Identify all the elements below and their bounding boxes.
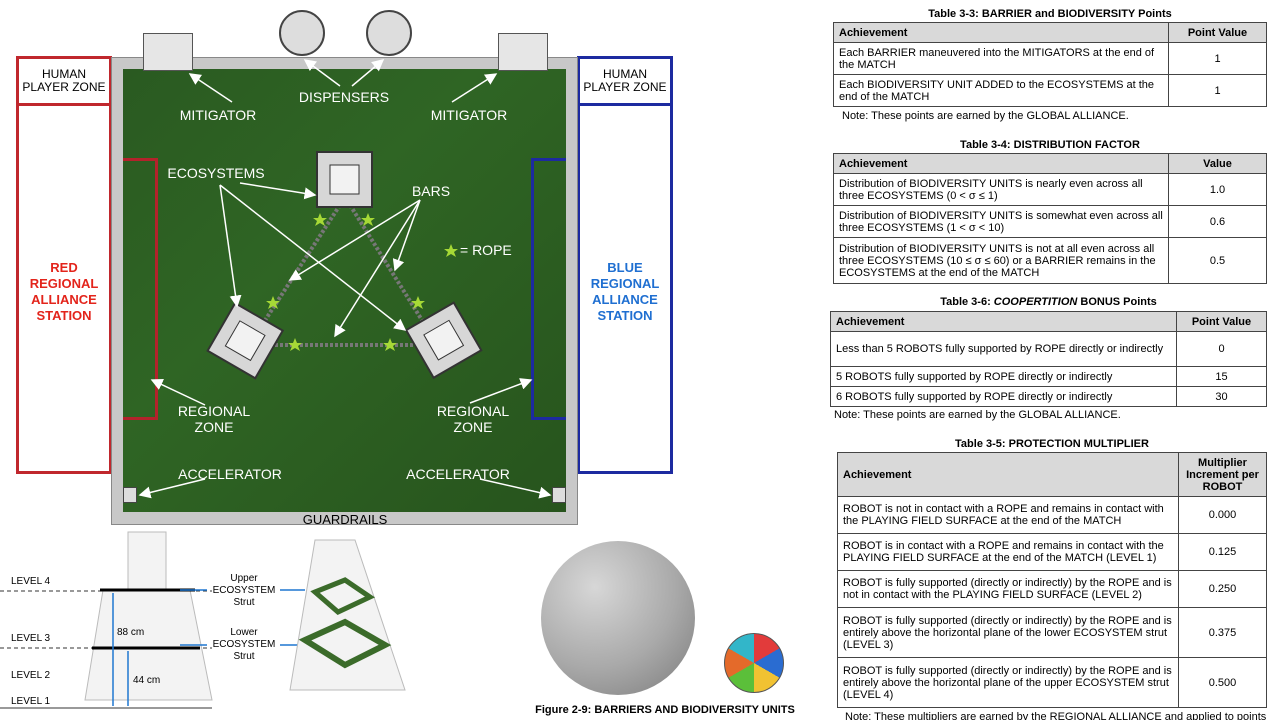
table-3-6-note: Note: These points are earned by the GLO… — [834, 409, 1121, 421]
table-row: ROBOT is fully supported (directly or in… — [837, 657, 1267, 708]
bar-left — [260, 203, 342, 327]
table-cell: ROBOT is not in contact with a ROPE and … — [837, 496, 1179, 534]
dim-44-label: 44 cm — [133, 675, 161, 686]
table-3-3-note: Note: These points are earned by the GLO… — [842, 110, 1129, 122]
regional-zone-left-label: REGIONAL ZONE — [177, 403, 251, 435]
table-cell: Distribution of BIODIVERSITY UNITS is ne… — [833, 173, 1169, 206]
table-cell: ROBOT is fully supported (directly or in… — [837, 657, 1179, 708]
table-row: Distribution of BIODIVERSITY UNITS is ne… — [833, 173, 1267, 206]
table-cell: 0.375 — [1178, 607, 1267, 658]
mitigator-right-label: MITIGATOR — [430, 107, 508, 123]
barrier-ball — [541, 541, 695, 695]
ecosystem-levels-figure: LEVEL 4 LEVEL 3 LEVEL 2 LEVEL 1 88 cm 44… — [0, 530, 500, 720]
dispensers-label: DISPENSERS — [298, 89, 390, 105]
table-row: Each BARRIER maneuvered into the MITIGAT… — [833, 42, 1267, 75]
table-3-6-title-suffix: BONUS Points — [1077, 296, 1157, 308]
table-cell: 5 ROBOTS fully supported by ROPE directl… — [830, 366, 1177, 387]
table-cell: 0.500 — [1178, 657, 1267, 708]
upper-strut-label: Upper ECOSYSTEM Strut — [212, 573, 276, 608]
figure-caption: Figure 2-9: BARRIERS AND BIODIVERSITY UN… — [535, 704, 795, 716]
table-row: ROBOT is fully supported (directly or in… — [837, 607, 1267, 658]
bar-right — [348, 203, 427, 327]
table-row: ROBOT is not in contact with a ROPE and … — [837, 496, 1267, 534]
table-3-4: Achievement Value Distribution of BIODIV… — [833, 153, 1267, 284]
table-cell: ROBOT is in contact with a ROPE and rema… — [837, 533, 1179, 571]
table-cell: 1 — [1168, 42, 1267, 75]
table-cell: Less than 5 ROBOTS fully supported by RO… — [830, 331, 1177, 367]
table-cell: 0.000 — [1178, 496, 1267, 534]
ecosystem-left — [206, 301, 285, 380]
regional-zone-right-label: REGIONAL ZONE — [436, 403, 510, 435]
level-2-label: LEVEL 2 — [11, 670, 51, 681]
rope-star — [383, 338, 397, 351]
accelerator-right-label: ACCELERATOR — [406, 466, 510, 482]
level-3-label: LEVEL 3 — [11, 633, 51, 644]
bars-label: BARS — [411, 183, 451, 199]
table-cell: Distribution of BIODIVERSITY UNITS is no… — [833, 237, 1169, 284]
table-3-5: Achievement Multiplier Increment per ROB… — [837, 452, 1267, 708]
table-cell: 0 — [1176, 331, 1267, 367]
rope-star — [313, 213, 327, 226]
level-1-label: LEVEL 1 — [11, 696, 51, 707]
table-header: Achievement — [833, 153, 1169, 174]
table-cell: Each BARRIER maneuvered into the MITIGAT… — [833, 42, 1169, 75]
table-3-6-title: Table 3-6: COOPERTITION BONUS Points — [830, 296, 1267, 308]
table-header: Achievement — [837, 452, 1179, 497]
table-cell: Distribution of BIODIVERSITY UNITS is so… — [833, 205, 1169, 238]
table-3-4-title: Table 3-4: DISTRIBUTION FACTOR — [960, 139, 1140, 151]
table-3-5-note: Note: These multipliers are earned by th… — [845, 711, 1267, 720]
table-3-6: Achievement Point Value Less than 5 ROBO… — [830, 311, 1267, 407]
table-row: Distribution of BIODIVERSITY UNITS is so… — [833, 205, 1267, 238]
table-header: Multiplier Increment per ROBOT — [1178, 452, 1267, 497]
table-cell: 1 — [1168, 74, 1267, 107]
table-row: 6 ROBOTS fully supported by ROPE directl… — [830, 386, 1267, 407]
table-cell: 30 — [1176, 386, 1267, 407]
biodiversity-unit — [724, 633, 784, 693]
rope-star — [361, 213, 375, 226]
level-4-label: LEVEL 4 — [11, 576, 51, 587]
table-cell: 0.5 — [1168, 237, 1267, 284]
rope-legend-label: = ROPE — [460, 242, 512, 258]
table-header: Achievement — [833, 22, 1169, 43]
ecosystem-top — [316, 151, 373, 208]
table-cell: 15 — [1176, 366, 1267, 387]
table-3-6-title-prefix: Table 3-6: — [940, 296, 994, 308]
table-row: ROBOT is fully supported (directly or in… — [837, 570, 1267, 608]
mitigator-left-label: MITIGATOR — [179, 107, 257, 123]
ecosystem-right — [404, 301, 483, 380]
table-cell: 0.125 — [1178, 533, 1267, 571]
accelerator-left-label: ACCELERATOR — [178, 466, 282, 482]
rope-legend-star — [444, 244, 458, 257]
table-3-3: Achievement Point Value Each BARRIER man… — [833, 22, 1267, 107]
table-header: Value — [1168, 153, 1267, 174]
rope-star — [411, 296, 425, 309]
field-overlay — [138, 59, 552, 499]
table-cell: 0.6 — [1168, 205, 1267, 238]
table-row: Each BIODIVERSITY UNIT ADDED to the ECOS… — [833, 74, 1267, 107]
table-cell: ROBOT is fully supported (directly or in… — [837, 570, 1179, 608]
table-3-5-title: Table 3-5: PROTECTION MULTIPLIER — [955, 438, 1149, 450]
table-header: Point Value — [1176, 311, 1267, 332]
table-cell: 0.250 — [1178, 570, 1267, 608]
lower-strut-label: Lower ECOSYSTEM Strut — [212, 627, 276, 662]
rope-star — [288, 338, 302, 351]
table-row: Less than 5 ROBOTS fully supported by RO… — [830, 331, 1267, 367]
table-cell: 1.0 — [1168, 173, 1267, 206]
table-3-3-title: Table 3-3: BARRIER and BIODIVERSITY Poin… — [928, 8, 1172, 20]
table-row: Distribution of BIODIVERSITY UNITS is no… — [833, 237, 1267, 284]
table-3-6-title-italic: COOPERTITION — [993, 296, 1078, 308]
table-header: Achievement — [830, 311, 1177, 332]
ecosystems-label: ECOSYSTEMS — [167, 165, 265, 181]
table-cell: 6 ROBOTS fully supported by ROPE directl… — [830, 386, 1177, 407]
field-diagram: HUMAN PLAYER ZONE RED REGIONAL ALLIANCE … — [0, 0, 690, 530]
dim-88-label: 88 cm — [117, 627, 145, 638]
ecosystem-side-view — [0, 531, 406, 709]
table-row: 5 ROBOTS fully supported by ROPE directl… — [830, 366, 1267, 387]
table-header: Point Value — [1168, 22, 1267, 43]
table-cell: Each BIODIVERSITY UNIT ADDED to the ECOS… — [833, 74, 1169, 107]
table-row: ROBOT is in contact with a ROPE and rema… — [837, 533, 1267, 571]
table-cell: ROBOT is fully supported (directly or in… — [837, 607, 1179, 658]
